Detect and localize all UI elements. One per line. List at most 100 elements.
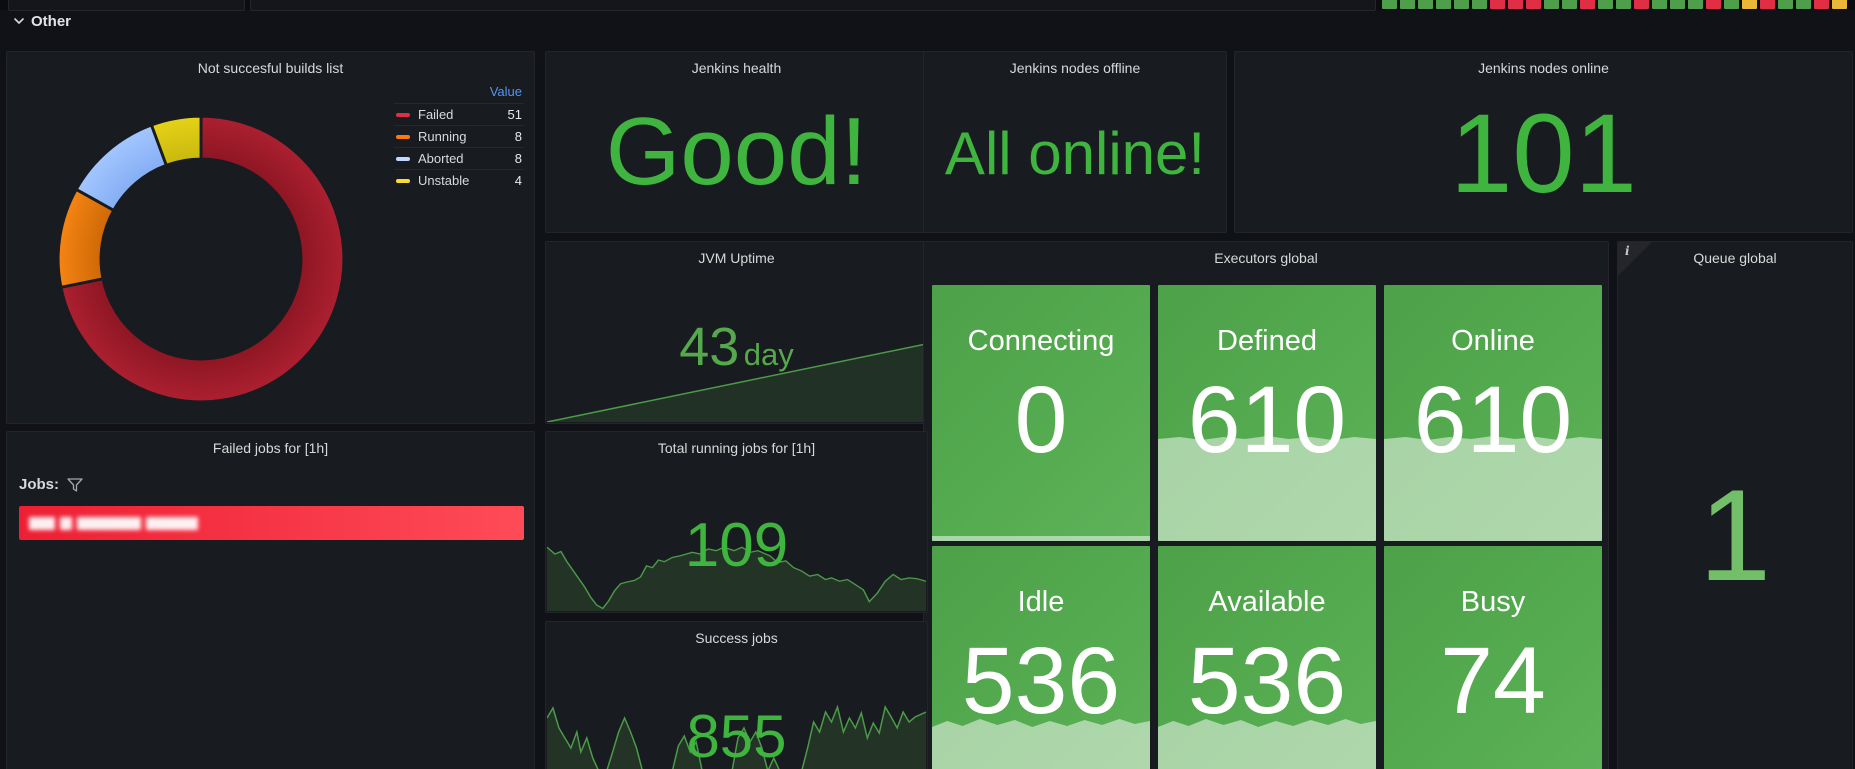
- health-value: Good!: [605, 98, 868, 205]
- panel-title[interactable]: Queue global: [1618, 250, 1852, 266]
- status-square[interactable]: [1580, 0, 1595, 9]
- filter-funnel-icon[interactable]: [67, 477, 83, 492]
- panel-jenkins-health: Jenkins health Good!: [545, 51, 928, 233]
- legend-label: Aborted: [418, 151, 464, 166]
- panel-title[interactable]: JVM Uptime: [546, 250, 927, 266]
- donut-legend: Value Failed 51 Running 8 Aborted 8 Unst…: [394, 82, 524, 191]
- legend-swatch: [396, 112, 410, 117]
- legend-value: 8: [514, 129, 522, 144]
- grafana-dashboard: Other Not succesful builds list Value Fa…: [0, 0, 1855, 769]
- tile-value: 610: [1187, 367, 1347, 473]
- tile-value: 536: [1187, 628, 1347, 734]
- jobs-label: Jobs:: [19, 476, 60, 493]
- panel-title[interactable]: Not succesful builds list: [7, 60, 534, 76]
- status-square[interactable]: [1400, 0, 1415, 9]
- status-square[interactable]: [1814, 0, 1829, 9]
- status-square[interactable]: [1670, 0, 1685, 9]
- cutoff-panel-edge: [250, 0, 1376, 11]
- status-square[interactable]: [1436, 0, 1451, 9]
- legend-value: 8: [514, 151, 522, 166]
- tile-value: 610: [1413, 367, 1573, 473]
- row-header-other[interactable]: Other: [14, 13, 71, 30]
- status-square[interactable]: [1526, 0, 1541, 9]
- builds-donut-chart[interactable]: [51, 109, 351, 409]
- panel-running-jobs: Total running jobs for [1h] 109: [545, 431, 928, 613]
- tile-label: Connecting: [967, 325, 1115, 357]
- status-square[interactable]: [1724, 0, 1739, 9]
- status-square[interactable]: [1760, 0, 1775, 9]
- jvm-uptime-value-group: 43 day: [546, 320, 927, 374]
- panel-jvm-uptime: JVM Uptime 43 day: [545, 241, 928, 424]
- executor-tile-busy[interactable]: Busy 74: [1384, 546, 1602, 769]
- status-square[interactable]: [1742, 0, 1757, 9]
- panel-title[interactable]: Success jobs: [546, 630, 927, 646]
- status-square[interactable]: [1616, 0, 1631, 9]
- panel-title[interactable]: Failed jobs for [1h]: [7, 440, 534, 456]
- panel-title[interactable]: Jenkins nodes offline: [924, 60, 1226, 76]
- status-square[interactable]: [1652, 0, 1667, 9]
- donut-slice-aborted[interactable]: [74, 123, 169, 213]
- section-title: Other: [31, 13, 72, 30]
- tile-label: Online: [1451, 325, 1535, 357]
- tile-label: Available: [1208, 586, 1326, 618]
- chevron-down-icon: [14, 18, 24, 24]
- status-square[interactable]: [1418, 0, 1433, 9]
- status-square[interactable]: [1778, 0, 1793, 9]
- legend-value: 51: [507, 107, 522, 122]
- panel-title[interactable]: Jenkins nodes online: [1235, 60, 1852, 76]
- status-square[interactable]: [1454, 0, 1469, 9]
- legend-row[interactable]: Unstable 4: [394, 169, 524, 191]
- jvm-uptime-value: 43: [679, 317, 740, 377]
- status-square[interactable]: [1562, 0, 1577, 9]
- running-jobs-value: 109: [684, 511, 789, 580]
- status-square[interactable]: [1544, 0, 1559, 9]
- executor-tile-connecting[interactable]: Connecting 0: [932, 285, 1150, 541]
- panel-nodes-online: Jenkins nodes online 101: [1234, 51, 1853, 233]
- status-square[interactable]: [1508, 0, 1523, 9]
- failed-job-bar[interactable]: [19, 506, 524, 540]
- nodes-online-value: 101: [1450, 91, 1637, 216]
- tile-label: Idle: [1017, 586, 1065, 618]
- tile-label: Defined: [1217, 325, 1317, 357]
- panel-queue-global: i Queue global 1: [1617, 241, 1853, 769]
- redacted-job-name: [29, 516, 198, 530]
- status-square[interactable]: [1598, 0, 1613, 9]
- panel-title[interactable]: Total running jobs for [1h]: [546, 440, 927, 456]
- status-square[interactable]: [1490, 0, 1505, 9]
- legend-header[interactable]: Value: [394, 82, 524, 103]
- panel-nodes-offline: Jenkins nodes offline All online!: [923, 51, 1227, 233]
- status-square[interactable]: [1634, 0, 1649, 9]
- executor-tile-defined[interactable]: Defined 610: [1158, 285, 1376, 541]
- queue-value: 1: [1698, 462, 1772, 608]
- status-square[interactable]: [1796, 0, 1811, 9]
- panel-title[interactable]: Executors global: [924, 250, 1608, 266]
- status-square[interactable]: [1832, 0, 1847, 9]
- executor-tile-idle[interactable]: Idle 536: [932, 546, 1150, 769]
- status-square[interactable]: [1472, 0, 1487, 9]
- legend-label: Running: [418, 129, 467, 144]
- panel-not-successful-builds: Not succesful builds list Value Failed 5…: [6, 51, 535, 424]
- legend-label: Unstable: [418, 173, 470, 188]
- panel-title[interactable]: Jenkins health: [546, 60, 927, 76]
- tile-label: Busy: [1460, 586, 1526, 618]
- legend-row[interactable]: Running 8: [394, 125, 524, 147]
- executor-tile-available[interactable]: Available 536: [1158, 546, 1376, 769]
- status-square[interactable]: [1382, 0, 1397, 9]
- legend-swatch: [396, 178, 410, 183]
- executor-tile-online[interactable]: Online 610: [1384, 285, 1602, 541]
- legend-row[interactable]: Aborted 8: [394, 147, 524, 169]
- success-jobs-value: 855: [686, 703, 787, 769]
- tile-value: 74: [1440, 628, 1546, 734]
- top-cutoff-strip: [0, 0, 1855, 11]
- status-square[interactable]: [1688, 0, 1703, 9]
- legend-row[interactable]: Failed 51: [394, 103, 524, 125]
- build-status-squares: [1382, 0, 1847, 9]
- panel-success-jobs: Success jobs 855: [545, 621, 928, 769]
- tile-value: 0: [1014, 367, 1068, 473]
- cutoff-panel-edge: [8, 0, 245, 11]
- panel-failed-jobs: Failed jobs for [1h] Jobs:: [6, 431, 535, 769]
- jvm-uptime-unit: day: [743, 337, 794, 372]
- legend-value: 4: [514, 173, 522, 188]
- jobs-filter-row: Jobs:: [19, 476, 83, 493]
- status-square[interactable]: [1706, 0, 1721, 9]
